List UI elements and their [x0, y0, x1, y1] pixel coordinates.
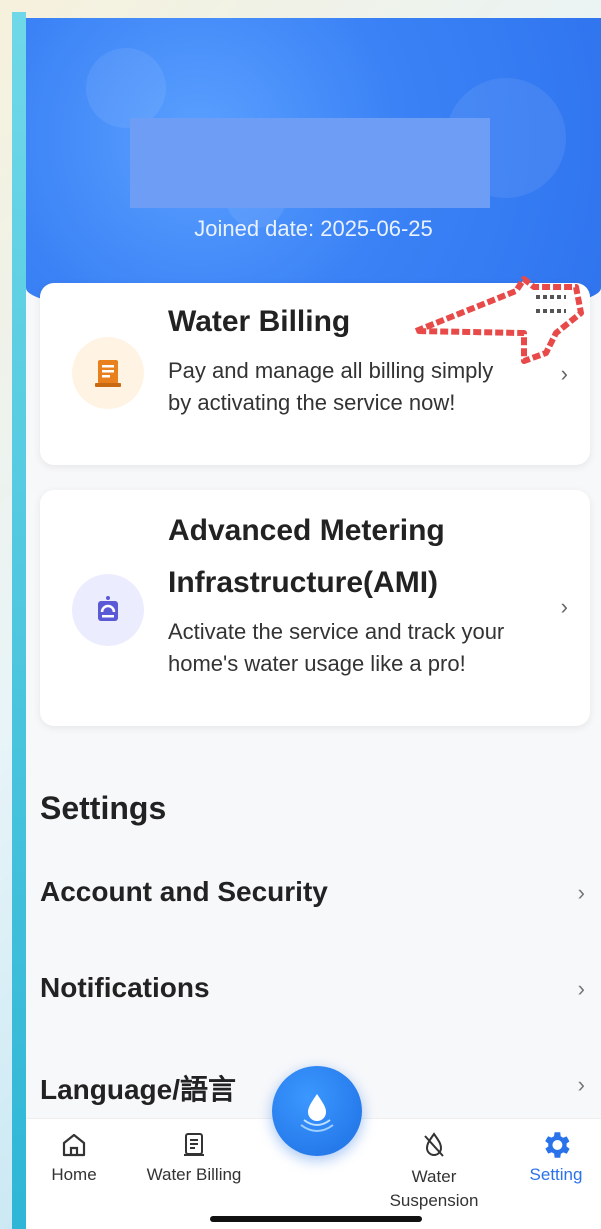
gear-icon	[496, 1125, 601, 1165]
ami-title-line1: Advanced Metering	[168, 514, 445, 547]
water-drop-icon	[300, 1094, 334, 1132]
tab-home[interactable]: Home	[26, 1125, 134, 1185]
tab-water-billing[interactable]: Water Billing	[134, 1125, 254, 1185]
settings-heading: Settings	[40, 790, 167, 826]
chevron-right-icon: ›	[577, 880, 585, 905]
tab-water-suspension[interactable]: Water Suspension	[374, 1125, 494, 1213]
pointer-hand-icon	[413, 276, 584, 364]
tab-label: Water Suspension	[389, 1167, 479, 1210]
settings-item-label: Language/語言	[40, 1074, 237, 1105]
meter-icon	[72, 574, 144, 646]
chevron-right-icon: ›	[560, 594, 568, 619]
tab-setting[interactable]: Setting	[496, 1125, 601, 1185]
home-icon	[26, 1125, 134, 1165]
joined-date: Joined date: 2025-06-25	[194, 216, 433, 241]
home-indicator	[210, 1216, 422, 1222]
ami-title-line2: Infrastructure(AMI)	[168, 566, 439, 599]
water-action-button[interactable]	[272, 1066, 362, 1156]
ami-card[interactable]: Advanced Metering Infrastructure(AMI) Ac…	[40, 490, 590, 726]
chevron-right-icon: ›	[577, 1072, 585, 1097]
tab-label: Water Billing	[146, 1165, 242, 1184]
water-off-icon	[374, 1125, 494, 1165]
bill-icon	[134, 1125, 254, 1165]
tab-label: Home	[51, 1165, 97, 1184]
ami-description: Activate the service and track your home…	[168, 619, 505, 676]
settings-item-label: Notifications	[40, 972, 210, 1003]
side-stripe	[12, 12, 26, 1229]
user-name-redacted	[130, 118, 490, 208]
bill-icon	[72, 337, 144, 409]
app-screen: Joined date: 2025-06-25 Water Billing Pa…	[26, 18, 601, 1229]
settings-item-account-security[interactable]: Account and Security ›	[40, 864, 585, 924]
water-billing-title: Water Billing	[168, 305, 351, 338]
decor-bubble	[86, 48, 166, 128]
settings-item-label: Account and Security	[40, 876, 328, 907]
chevron-right-icon: ›	[577, 976, 585, 1001]
tab-label: Setting	[529, 1165, 583, 1184]
settings-item-notifications[interactable]: Notifications ›	[40, 960, 585, 1020]
